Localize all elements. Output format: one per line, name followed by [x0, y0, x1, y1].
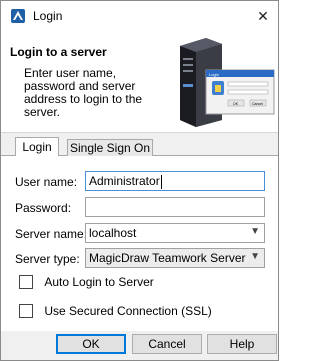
server-login-illustration: Login OK Cancel — [180, 38, 275, 127]
user-name-value: Administrator — [89, 174, 160, 188]
password-input[interactable] — [85, 197, 265, 217]
tab-single-sign-on[interactable]: Single Sign On — [67, 139, 153, 156]
chevron-down-icon[interactable]: ▼ — [250, 226, 260, 237]
help-button[interactable]: Help — [207, 334, 277, 354]
text-caret — [160, 174, 162, 189]
header-banner: Login to a server Enter user name, passw… — [1, 32, 278, 133]
server-type-select[interactable]: MagicDraw Teamwork Server ▼ — [85, 248, 265, 268]
title-bar: Login ✕ — [1, 1, 278, 32]
server-name-combo[interactable]: localhost ▼ — [85, 223, 265, 243]
ssl-label: Use Secured Connection (SSL) — [44, 303, 212, 318]
auto-login-option[interactable]: Auto Login to Server — [19, 274, 154, 290]
banner-title: Login to a server — [10, 45, 107, 59]
auto-login-checkbox[interactable] — [19, 274, 33, 289]
ssl-option[interactable]: Use Secured Connection (SSL) — [19, 303, 212, 319]
banner-description: Enter user name, password and server add… — [24, 66, 143, 119]
login-form: User name: Administrator Password: Serve… — [1, 156, 278, 331]
password-label: Password: — [15, 201, 72, 215]
tab-login[interactable]: Login — [15, 137, 59, 158]
server-name-value: localhost — [89, 226, 137, 240]
chevron-down-icon[interactable]: ▼ — [250, 251, 260, 262]
window-title: Login — [33, 9, 63, 23]
auto-login-label: Auto Login to Server — [44, 274, 154, 289]
server-type-label: Server type: — [15, 252, 80, 266]
ok-button[interactable]: OK — [56, 334, 126, 354]
tab-strip: Login Single Sign On — [1, 137, 278, 158]
user-name-label: User name: — [15, 175, 78, 189]
illustration-cancel-label: Cancel — [252, 102, 263, 106]
illustration-dialog-title: Login — [209, 72, 219, 77]
close-icon[interactable]: ✕ — [248, 1, 278, 31]
illustration-ok-label: OK — [233, 102, 239, 106]
server-type-value: MagicDraw Teamwork Server — [89, 251, 246, 265]
magicdraw-app-icon — [11, 9, 25, 23]
server-name-label: Server name: — [15, 227, 88, 241]
user-name-input[interactable]: Administrator — [85, 171, 265, 191]
button-bar: OK Cancel Help — [1, 331, 278, 360]
login-dialog: Login ✕ Login to a server Enter user nam… — [0, 0, 279, 361]
ssl-checkbox[interactable] — [19, 303, 33, 318]
cancel-button[interactable]: Cancel — [132, 334, 202, 354]
